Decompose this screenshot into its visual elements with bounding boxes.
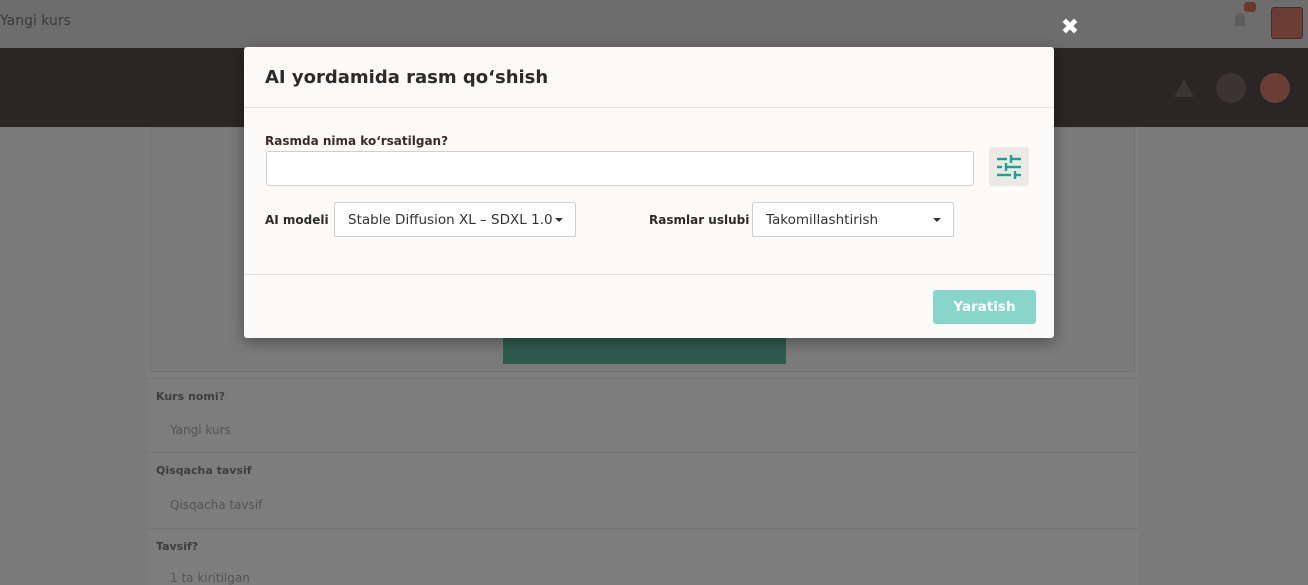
close-icon[interactable]: ✖ xyxy=(1059,17,1081,39)
background-divider xyxy=(148,378,1138,379)
settings-button[interactable] xyxy=(989,147,1029,186)
background-field-label: Kurs nomi? xyxy=(156,390,225,403)
background-field-label: Qisqacha tavsif xyxy=(156,464,252,477)
warning-icon xyxy=(1174,79,1194,97)
prompt-label: Rasmda nima ko‘rsatilgan? xyxy=(265,134,449,148)
background-page-title: Yangi kurs xyxy=(0,13,71,29)
model-label: AI modeli xyxy=(265,213,329,227)
caret-down-icon xyxy=(933,218,941,222)
background-field-label: Tavsif? xyxy=(156,540,199,553)
help-icon xyxy=(1216,73,1246,103)
background-upload-button xyxy=(503,336,786,364)
background-field-value: Qisqacha tavsif xyxy=(170,498,263,512)
style-select[interactable]: Takomillashtirish xyxy=(752,202,954,237)
model-select-value: Stable Diffusion XL – SDXL 1.0 xyxy=(348,212,553,228)
caret-down-icon xyxy=(555,218,563,222)
style-label: Rasmlar uslubi xyxy=(649,213,750,227)
background-topbar: Yangi kurs xyxy=(0,0,1308,48)
notification-badge xyxy=(1244,2,1256,12)
background-field-value: 1 ta kiritilgan xyxy=(170,571,250,585)
background-divider xyxy=(148,452,1138,453)
modal-footer-divider xyxy=(244,274,1054,275)
avatar xyxy=(1260,73,1290,103)
background-divider xyxy=(148,528,1138,529)
user-menu-button xyxy=(1271,7,1303,39)
generate-button[interactable]: Yaratish xyxy=(933,290,1036,324)
modal-header: AI yordamida rasm qo‘shish xyxy=(244,47,1054,108)
sliders-icon xyxy=(997,154,1021,179)
style-select-value: Takomillashtirish xyxy=(766,212,879,228)
prompt-input[interactable] xyxy=(266,151,974,186)
ai-image-modal: AI yordamida rasm qo‘shish Rasmda nima k… xyxy=(244,47,1054,338)
bell-icon xyxy=(1233,13,1247,26)
model-select[interactable]: Stable Diffusion XL – SDXL 1.0 xyxy=(334,202,576,237)
background-field-value: Yangi kurs xyxy=(170,423,231,437)
modal-title: AI yordamida rasm qo‘shish xyxy=(265,67,549,88)
